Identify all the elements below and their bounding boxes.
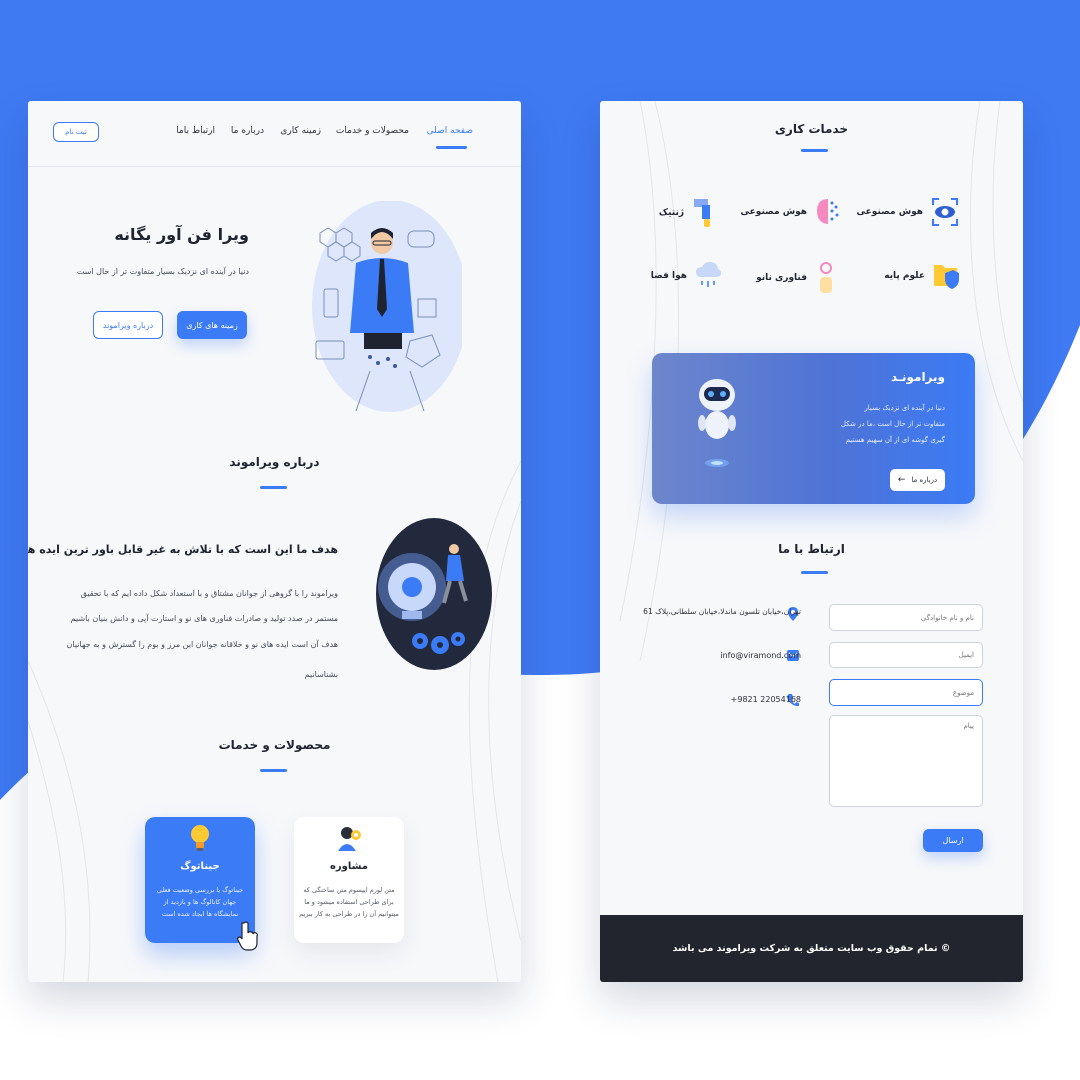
products-heading-underline — [260, 769, 287, 772]
nav-about[interactable]: درباره ما — [231, 126, 264, 136]
folder-shield-icon — [934, 265, 959, 289]
landing-page-card: صفحه اصلی محصولات و خدمات زمینه کاری درب… — [28, 101, 521, 982]
service-label: ژنتیک — [658, 208, 684, 218]
arrow-left-icon: ← — [897, 475, 906, 485]
banner-text-line: دنیا در آینده ای نزدیک بسیار — [864, 404, 945, 412]
footer: © تمام حقوق وب سایت متعلق به شرکت ویرامو… — [600, 915, 1023, 982]
robot-icon — [698, 379, 736, 467]
contact-address: تهران،خیابان تلسون ماندلا،خیابان سلطانی،… — [643, 607, 801, 616]
product-title: جیناتوگ — [180, 861, 220, 872]
product-description-line: جهان کاتالوگ ها و بازدید از — [163, 898, 237, 906]
nav-contact[interactable]: ارتباط باما — [176, 126, 215, 136]
about-line-2: مستمر در صدد تولید و صادرات فناوری های ن… — [70, 614, 338, 623]
hero-illustration — [312, 201, 462, 412]
nav-products[interactable]: محصولات و خدمات — [336, 126, 409, 136]
products-heading: محصولات و خدمات — [218, 738, 331, 752]
services-heading-underline — [801, 149, 828, 152]
hand-cursor-icon — [237, 921, 258, 951]
hero-title: ویرا فن آور یگانه — [114, 225, 249, 244]
nav-active-indicator — [436, 146, 467, 149]
contact-email[interactable]: info@viramond.com — [720, 651, 801, 660]
product-description-line: برای طراحی استفاده میشود و ما — [304, 898, 394, 906]
product-description: متن لورم ایپسوم متن ساختگی که برای طراحی… — [294, 884, 404, 920]
banner-text-line: گیری گوشه ای از آن سهیم هستیم — [845, 436, 945, 444]
services-heading: خدمات کاری — [774, 122, 849, 136]
about-title: هدف ما این است که با تلاش به غیر قابل با… — [28, 543, 338, 556]
nav-home[interactable]: صفحه اصلی — [427, 126, 473, 136]
fields-button[interactable]: زمینه های کاری — [177, 311, 247, 339]
product-description-line: میتوانیم آن را در طراحی به کار ببریم — [299, 910, 399, 918]
services-contact-card: خدمات کاری هوش مصنوعی هوش مصنوعی ژنتیک ع… — [600, 101, 1023, 982]
service-item[interactable]: هوا فضا — [651, 261, 721, 291]
banner-text-line: متفاوت تر از حال است ،ما در شکل — [840, 420, 945, 428]
service-item[interactable]: علوم پایه — [884, 261, 959, 291]
about-banner: ویرامونـد دنیا در آینده ای نزدیک بسیار م… — [652, 353, 975, 504]
product-description: جیناتوگ با بررسی وضعیت فعلی جهان کاتالوگ… — [145, 884, 255, 920]
product-card-consulting[interactable]: مشاوره متن لورم ایپسوم متن ساختگی که برا… — [294, 817, 404, 943]
contact-phone: +9821 22054168 — [730, 695, 801, 704]
service-label: هوش مصنوعی — [856, 207, 923, 217]
service-label: هوش مصنوعی — [740, 207, 807, 217]
message-field[interactable] — [829, 715, 983, 807]
nano-hand-icon — [820, 262, 832, 293]
eye-scan-icon — [932, 198, 958, 226]
service-label: هوا فضا — [650, 271, 687, 281]
top-navigation: صفحه اصلی محصولات و خدمات زمینه کاری درب… — [28, 101, 521, 167]
consultant-icon — [338, 827, 361, 851]
service-item[interactable]: ژنتیک — [659, 197, 718, 229]
brain-icon — [817, 199, 839, 224]
product-description-line: جیناتوگ با بررسی وضعیت فعلی — [156, 886, 244, 894]
cloud-icon — [696, 262, 721, 287]
service-item[interactable]: هوش مصنوعی — [857, 197, 959, 227]
email-field[interactable] — [829, 642, 983, 668]
banner-text: دنیا در آینده ای نزدیک بسیار متفاوت تر ا… — [841, 400, 945, 448]
about-heading-underline — [260, 486, 287, 489]
hero-subtitle: دنیا در آینده ای نزدیک بسیار متفاوت تر ا… — [76, 267, 249, 276]
dna-pipe-icon — [694, 199, 710, 227]
name-field[interactable] — [829, 604, 983, 631]
send-button[interactable]: ارسال — [923, 829, 983, 852]
copyright-text: © تمام حقوق وب سایت متعلق به شرکت ویرامو… — [672, 943, 951, 954]
contact-heading-underline — [801, 571, 828, 574]
about-line-1: ویراموند را با گروهی از جوانان مشتاق و ب… — [80, 589, 338, 598]
about-heading: درباره ویراموند — [229, 455, 320, 469]
register-button[interactable]: ثبت نام — [53, 122, 99, 142]
lightbulb-icon — [191, 825, 209, 851]
banner-title: ویرامونـد — [890, 370, 945, 384]
service-item[interactable]: فناوری نانو — [756, 261, 837, 295]
about-viramond-button[interactable]: درباره ویراموند — [93, 311, 163, 339]
about-illustration — [376, 518, 492, 670]
product-title: مشاوره — [330, 861, 368, 872]
about-line-4: بشناسانیم — [304, 670, 338, 679]
service-label: علوم پایه — [884, 271, 925, 281]
service-item[interactable]: هوش مصنوعی — [741, 197, 841, 227]
nav-fields[interactable]: زمینه کاری — [280, 126, 321, 136]
service-label: فناوری نانو — [756, 273, 807, 283]
subject-field[interactable] — [829, 679, 983, 706]
contact-heading: ارتباط با ما — [778, 542, 845, 556]
about-us-button-label: درباره ما — [911, 476, 938, 484]
about-line-3: هدف آن است ایده های نو و خلاقانه جوانان … — [66, 640, 338, 649]
product-description-line: متن لورم ایپسوم متن ساختگی که — [303, 886, 395, 894]
product-description-line: نمایشگاه ها ایجاد شده است — [161, 910, 239, 918]
about-us-button[interactable]: درباره ما ← — [890, 469, 945, 491]
